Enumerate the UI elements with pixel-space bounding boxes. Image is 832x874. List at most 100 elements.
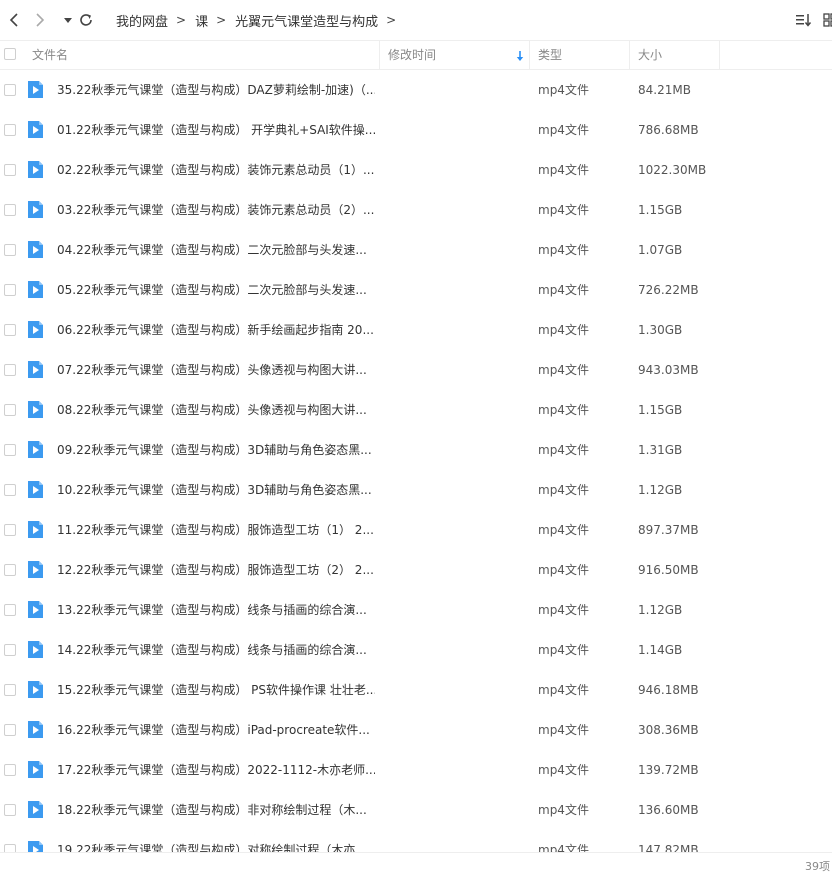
file-row[interactable]: 12.22秋季元气课堂（造型与构成）服饰造型工坊（2） 2... mp4文件 916…: [0, 550, 832, 590]
file-row[interactable]: 06.22秋季元气课堂（造型与构成）新手绘画起步指南 20... mp4文件 1.3…: [0, 310, 832, 350]
row-checkbox[interactable]: [4, 364, 16, 376]
video-file-icon: [28, 681, 43, 698]
row-checkbox[interactable]: [4, 644, 16, 656]
file-name[interactable]: 35.22秋季元气课堂（造型与构成）DAZ萝莉绘制-加速)（...: [57, 82, 375, 98]
row-checkbox[interactable]: [4, 84, 16, 96]
file-row[interactable]: 03.22秋季元气课堂（造型与构成）装饰元素总动员（2）... mp4文件 1.15…: [0, 190, 832, 230]
file-type: mp4文件: [538, 523, 589, 537]
file-row[interactable]: 08.22秋季元气课堂（造型与构成）头像透视与构图大讲... mp4文件 1.15G…: [0, 390, 832, 430]
file-row[interactable]: 16.22秋季元气课堂（造型与构成）iPad-procreate软件... mp4…: [0, 710, 832, 750]
file-name[interactable]: 03.22秋季元气课堂（造型与构成）装饰元素总动员（2）...: [57, 202, 375, 218]
file-name[interactable]: 02.22秋季元气课堂（造型与构成）装饰元素总动员（1）...: [57, 162, 375, 178]
sort-button[interactable]: [794, 10, 814, 30]
column-header-size[interactable]: 大小: [638, 41, 662, 69]
row-checkbox[interactable]: [4, 564, 16, 576]
file-name[interactable]: 18.22秋季元气课堂（造型与构成）非对称绘制过程（木...: [57, 802, 375, 818]
refresh-button[interactable]: [74, 8, 98, 32]
column-divider[interactable]: [379, 41, 380, 69]
file-row[interactable]: 17.22秋季元气课堂（造型与构成）2022-1112-木亦老师... mp4文件…: [0, 750, 832, 790]
file-size: 916.50MB: [638, 563, 699, 577]
file-size: 943.03MB: [638, 363, 699, 377]
row-checkbox[interactable]: [4, 284, 16, 296]
row-checkbox[interactable]: [4, 404, 16, 416]
video-file-icon: [28, 241, 43, 258]
file-row[interactable]: 04.22秋季元气课堂（造型与构成）二次元脸部与头发速... mp4文件 1.07G…: [0, 230, 832, 270]
row-checkbox[interactable]: [4, 324, 16, 336]
video-file-icon: [28, 521, 43, 538]
file-type: mp4文件: [538, 803, 589, 817]
file-name[interactable]: 11.22秋季元气课堂（造型与构成）服饰造型工坊（1） 2...: [57, 522, 375, 538]
column-header: 文件名 修改时间 类型 大小: [0, 40, 832, 70]
file-size: 1.14GB: [638, 643, 683, 657]
file-name[interactable]: 16.22秋季元气课堂（造型与构成）iPad-procreate软件...: [57, 722, 375, 738]
row-checkbox[interactable]: [4, 684, 16, 696]
column-divider[interactable]: [529, 41, 530, 69]
file-name[interactable]: 15.22秋季元气课堂（造型与构成） PS软件操作课 壮壮老...: [57, 682, 375, 698]
file-name[interactable]: 19.22秋季元气课堂（造型与构成）对称绘制过程（木亦...: [57, 842, 375, 852]
file-row[interactable]: 19.22秋季元气课堂（造型与构成）对称绘制过程（木亦... mp4文件 147.8…: [0, 830, 832, 852]
file-type: mp4文件: [538, 483, 589, 497]
file-row[interactable]: 10.22秋季元气课堂（造型与构成）3D辅助与角色姿态黑... mp4文件 1.12…: [0, 470, 832, 510]
row-checkbox[interactable]: [4, 724, 16, 736]
file-name[interactable]: 06.22秋季元气课堂（造型与构成）新手绘画起步指南 20...: [57, 322, 375, 338]
breadcrumb-item-course[interactable]: 课: [195, 11, 208, 30]
column-header-type[interactable]: 类型: [538, 41, 562, 69]
file-name[interactable]: 10.22秋季元气课堂（造型与构成）3D辅助与角色姿态黑...: [57, 482, 375, 498]
file-name[interactable]: 12.22秋季元气课堂（造型与构成）服饰造型工坊（2） 2...: [57, 562, 375, 578]
file-row[interactable]: 09.22秋季元气课堂（造型与构成）3D辅助与角色姿态黑... mp4文件 1.31…: [0, 430, 832, 470]
sort-descending-icon[interactable]: [514, 49, 526, 63]
column-header-time[interactable]: 修改时间: [388, 41, 436, 69]
grid-view-icon: [823, 13, 832, 27]
file-row[interactable]: 11.22秋季元气课堂（造型与构成）服饰造型工坊（1） 2... mp4文件 897…: [0, 510, 832, 550]
file-row[interactable]: 07.22秋季元气课堂（造型与构成）头像透视与构图大讲... mp4文件 943.0…: [0, 350, 832, 390]
file-row[interactable]: 05.22秋季元气课堂（造型与构成）二次元脸部与头发速... mp4文件 726.2…: [0, 270, 832, 310]
file-type: mp4文件: [538, 283, 589, 297]
row-checkbox[interactable]: [4, 524, 16, 536]
column-header-name[interactable]: 文件名: [32, 41, 68, 69]
row-checkbox[interactable]: [4, 244, 16, 256]
row-checkbox[interactable]: [4, 844, 16, 852]
file-row[interactable]: 35.22秋季元气课堂（造型与构成）DAZ萝莉绘制-加速)（... mp4文件 84…: [0, 70, 832, 110]
row-checkbox[interactable]: [4, 164, 16, 176]
file-type: mp4文件: [538, 563, 589, 577]
row-checkbox[interactable]: [4, 604, 16, 616]
row-checkbox[interactable]: [4, 124, 16, 136]
file-name[interactable]: 07.22秋季元气课堂（造型与构成）头像透视与构图大讲...: [57, 362, 375, 378]
file-row[interactable]: 18.22秋季元气课堂（造型与构成）非对称绘制过程（木... mp4文件 136.6…: [0, 790, 832, 830]
file-name[interactable]: 13.22秋季元气课堂（造型与构成）线条与插画的综合演...: [57, 602, 375, 618]
file-name[interactable]: 04.22秋季元气课堂（造型与构成）二次元脸部与头发速...: [57, 242, 375, 258]
file-size: 147.82MB: [638, 843, 699, 852]
breadcrumb-item-current[interactable]: 光翼元气课堂造型与构成: [235, 11, 378, 30]
row-checkbox[interactable]: [4, 764, 16, 776]
back-button[interactable]: [2, 8, 26, 32]
breadcrumb-item-root[interactable]: 我的网盘: [116, 11, 168, 30]
row-checkbox[interactable]: [4, 484, 16, 496]
column-divider[interactable]: [719, 41, 720, 69]
row-checkbox[interactable]: [4, 804, 16, 816]
view-mode-button[interactable]: [820, 10, 832, 30]
file-size: 1.15GB: [638, 403, 683, 417]
file-row[interactable]: 15.22秋季元气课堂（造型与构成） PS软件操作课 壮壮老... mp4文件 94…: [0, 670, 832, 710]
video-file-icon: [28, 801, 43, 818]
file-row[interactable]: 14.22秋季元气课堂（造型与构成）线条与插画的综合演... mp4文件 1.14G…: [0, 630, 832, 670]
forward-button[interactable]: [28, 8, 52, 32]
file-name[interactable]: 14.22秋季元气课堂（造型与构成）线条与插画的综合演...: [57, 642, 375, 658]
file-name[interactable]: 09.22秋季元气课堂（造型与构成）3D辅助与角色姿态黑...: [57, 442, 375, 458]
row-checkbox[interactable]: [4, 204, 16, 216]
file-name[interactable]: 17.22秋季元气课堂（造型与构成）2022-1112-木亦老师...: [57, 762, 375, 778]
column-divider[interactable]: [629, 41, 630, 69]
row-checkbox[interactable]: [4, 444, 16, 456]
file-row[interactable]: 01.22秋季元气课堂（造型与构成） 开学典礼+SAI软件操... mp4文件 78…: [0, 110, 832, 150]
item-count: 39项: [805, 860, 830, 873]
file-row[interactable]: 13.22秋季元气课堂（造型与构成）线条与插画的综合演... mp4文件 1.12G…: [0, 590, 832, 630]
file-type: mp4文件: [538, 643, 589, 657]
file-row[interactable]: 02.22秋季元气课堂（造型与构成）装饰元素总动员（1）... mp4文件 1022…: [0, 150, 832, 190]
file-name[interactable]: 01.22秋季元气课堂（造型与构成） 开学典礼+SAI软件操...: [57, 122, 375, 138]
select-all-checkbox[interactable]: [4, 48, 16, 60]
file-type: mp4文件: [538, 683, 589, 697]
file-name[interactable]: 05.22秋季元气课堂（造型与构成）二次元脸部与头发速...: [57, 282, 375, 298]
file-size: 1.30GB: [638, 323, 683, 337]
file-type: mp4文件: [538, 603, 589, 617]
file-name[interactable]: 08.22秋季元气课堂（造型与构成）头像透视与构图大讲...: [57, 402, 375, 418]
file-type: mp4文件: [538, 763, 589, 777]
